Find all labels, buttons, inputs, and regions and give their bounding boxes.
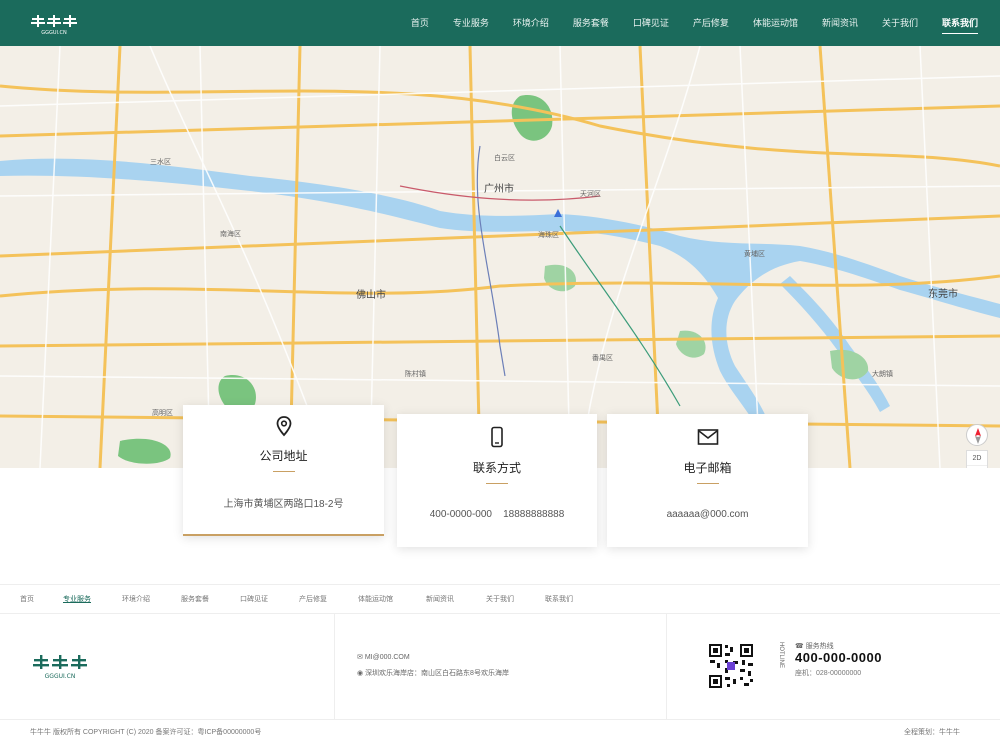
map-label-dongguan: 东莞市 <box>928 287 958 300</box>
contact-email-value[interactable]: aaaaaa@000.com <box>607 509 808 520</box>
phone-icon: ☎ <box>795 643 804 650</box>
footer-nav-services[interactable]: 专业服务 <box>63 594 91 604</box>
footer-nav-about[interactable]: 关于我们 <box>486 594 514 604</box>
credit-text: 全程策划：牛牛牛 <box>904 729 960 736</box>
nav-packages[interactable]: 服务套餐 <box>573 0 609 46</box>
nav-news[interactable]: 新闻资讯 <box>822 0 858 46</box>
contact-address-value: 上海市黄埔区两路口18-2号 <box>223 499 344 510</box>
nav-postpartum[interactable]: 产后修复 <box>693 0 729 46</box>
map-zoom-controls: 2D ◎ + − <box>966 450 988 468</box>
map-label-dalang: 大朗镇 <box>872 369 893 378</box>
footer-address: ◉ 深圳欢乐海岸店：南山区白石路东8号欢乐海岸 <box>357 668 509 678</box>
logo-subtext: GGGUI.CN <box>41 30 67 36</box>
map-locate-icon[interactable]: ◎ <box>967 466 987 468</box>
map-2d-toggle[interactable]: 2D <box>967 451 987 466</box>
footer-nav-contact[interactable]: 联系我们 <box>545 594 573 604</box>
footer-divider-1 <box>334 614 335 720</box>
footer-mail: ✉ MI@000.COM <box>357 653 410 661</box>
mail-icon: ✉ <box>357 654 363 661</box>
footer-nav-postpartum[interactable]: 产后修复 <box>299 594 327 604</box>
footer-nav: 首页 专业服务 环境介绍 服务套餐 口碑见证 产后修复 体能运动馆 新闻资讯 关… <box>0 584 1000 614</box>
contact-phone-divider <box>486 483 508 484</box>
location-icon: ◉ <box>357 670 364 677</box>
nav-fitness[interactable]: 体能运动馆 <box>753 0 798 46</box>
contact-email-title: 电子邮箱 <box>683 461 732 475</box>
footer-divider-2 <box>666 614 667 720</box>
footer-nav-packages[interactable]: 服务套餐 <box>181 594 209 604</box>
envelope-icon <box>697 429 718 445</box>
mobile-phone-icon <box>491 426 503 448</box>
nav-contact[interactable]: 联系我们 <box>941 0 979 46</box>
map-label-chencun: 陈村镇 <box>405 369 426 378</box>
map-label-tianhe: 天河区 <box>580 190 601 198</box>
footer-address-value: 深圳欢乐海岸店：南山区白石路东8号欢乐海岸 <box>365 670 509 677</box>
contact-email-divider <box>696 483 719 484</box>
compass-icon[interactable] <box>966 424 988 446</box>
footer-nav-news[interactable]: 新闻资讯 <box>426 594 454 604</box>
contact-card-email: 电子邮箱 aaaaaa@000.com <box>607 414 808 547</box>
footer-logo-subtext: GGGUI.CN <box>45 673 76 680</box>
map-canvas: 广州市 佛山市 东莞市 海珠区 白云区 天河区 黄埔区 南海区 番禺区 三水区 … <box>0 46 1000 468</box>
footer-mail-value[interactable]: MI@000.COM <box>365 654 410 661</box>
nav-services[interactable]: 专业服务 <box>453 0 489 46</box>
nav-environment[interactable]: 环境介绍 <box>513 0 549 46</box>
copyright-text: 牛牛牛 版权所有 COPYRIGHT (C) 2020 备案许可证：粤ICP备0… <box>30 729 262 736</box>
map-label-gaoming: 高明区 <box>152 408 173 417</box>
hotline-number[interactable]: 400-000-0000 <box>795 650 882 665</box>
hotline-vertical-text: HOTLINE <box>778 642 784 669</box>
location-map[interactable]: 广州市 佛山市 东莞市 海珠区 白云区 天河区 黄埔区 南海区 番禺区 三水区 … <box>0 46 1000 468</box>
contact-address-divider <box>272 471 295 472</box>
map-label-panyu: 番禺区 <box>592 354 613 362</box>
map-label-huangpu: 黄埔区 <box>744 249 765 258</box>
site-header: GGGUI.CN 首页 专业服务 环境介绍 服务套餐 口碑见证 产后修复 体能运… <box>0 0 1000 46</box>
footer-info: GGGUI.CN ✉ MI@000.COM ◉ 深圳欢乐海岸店：南山区白石路东8… <box>0 614 1000 720</box>
nav-about[interactable]: 关于我们 <box>882 0 918 46</box>
qr-code-image <box>706 641 756 691</box>
contact-card-phone: 联系方式 400-0000-000 18888888888 <box>397 414 597 547</box>
map-label-baiyun: 白云区 <box>494 153 515 162</box>
footer-logo[interactable]: GGGUI.CN <box>32 652 88 680</box>
footer-landline: 座机：028-00000000 <box>795 670 862 677</box>
footer-nav-environment[interactable]: 环境介绍 <box>122 594 150 604</box>
location-pin-icon <box>276 416 291 437</box>
contact-phone-title: 联系方式 <box>472 461 521 475</box>
map-label-nanhai: 南海区 <box>220 229 241 238</box>
nav-testimonials[interactable]: 口碑见证 <box>633 0 669 46</box>
map-location-marker-icon <box>554 209 562 217</box>
map-label-guangzhou: 广州市 <box>484 182 514 195</box>
main-nav: 首页 专业服务 环境介绍 服务套餐 口碑见证 产后修复 体能运动馆 新闻资讯 关… <box>387 0 979 46</box>
map-label-sanshui: 三水区 <box>150 157 171 166</box>
site-logo[interactable]: GGGUI.CN <box>30 12 78 36</box>
map-label-haizhu: 海珠区 <box>538 230 559 239</box>
footer-nav-testimonials[interactable]: 口碑见证 <box>240 594 268 604</box>
footer-nav-home[interactable]: 首页 <box>20 594 34 604</box>
contact-address-title: 公司地址 <box>259 449 308 463</box>
contact-phone-value[interactable]: 400-0000-000 18888888888 <box>397 509 597 520</box>
contact-card-address: 公司地址 上海市黄埔区两路口18-2号 <box>183 405 384 536</box>
nav-home[interactable]: 首页 <box>411 0 429 46</box>
footer-nav-fitness[interactable]: 体能运动馆 <box>358 594 393 604</box>
map-label-foshan: 佛山市 <box>356 288 386 301</box>
